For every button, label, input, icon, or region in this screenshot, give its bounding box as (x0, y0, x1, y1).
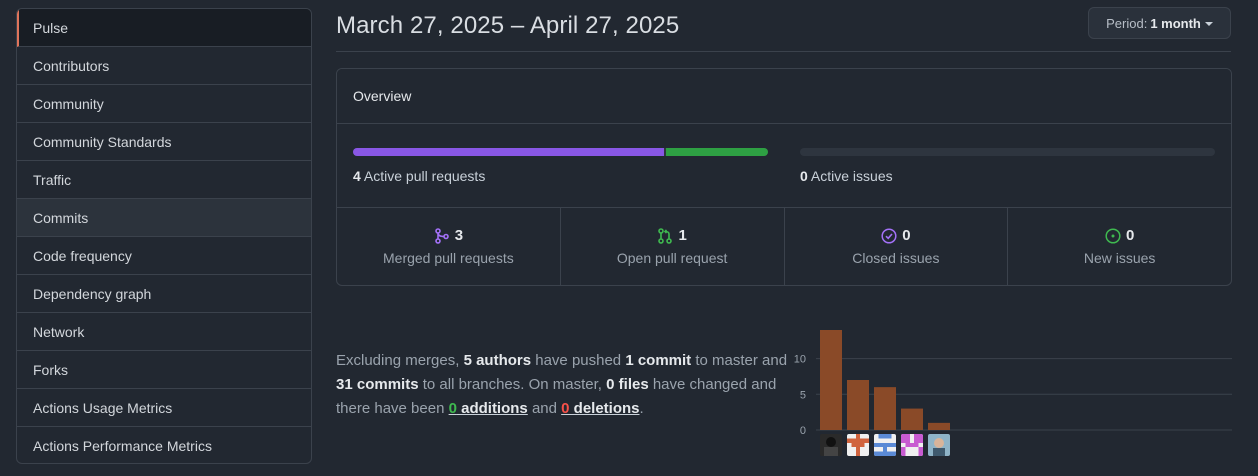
period-label: Period: (1106, 15, 1148, 31)
sidebar-item-code-frequency[interactable]: Code frequency (17, 237, 311, 275)
sidebar-item-actions-usage-metrics[interactable]: Actions Usage Metrics (17, 389, 311, 427)
all-commits-count: 31 commits (336, 376, 419, 393)
open-pr-count: 1 (678, 227, 687, 244)
additions-link[interactable]: 0 additions (449, 400, 528, 417)
merged-count: 3 (454, 227, 464, 244)
overview-stats: 3 Merged pull requests 1 Open pull reque… (337, 208, 1231, 285)
new-issues-label: New issues (1083, 250, 1156, 266)
closed-issues-count: 0 (902, 227, 911, 244)
author-avatar-4[interactable] (901, 434, 923, 456)
sidebar-item-community-standards[interactable]: Community Standards (17, 123, 311, 161)
merged-label: Merged pull requests (383, 250, 514, 266)
files-changed-count: 0 files (606, 376, 649, 393)
pull-requests-progress-bar[interactable] (353, 148, 768, 156)
summary-text: to master and (691, 352, 788, 369)
additions-word: additions (456, 400, 528, 417)
new-issues-count: 0 (1125, 227, 1135, 244)
deletions-word: deletions (569, 400, 640, 417)
merged-segment (353, 148, 665, 156)
author-avatar-5[interactable] (928, 434, 950, 456)
additions-count: 0 (448, 400, 457, 417)
issue-opened-icon (1105, 227, 1121, 244)
deletions-link[interactable]: 0 deletions (561, 400, 639, 417)
overview-panel: Overview 4 Active pull requests 0 Active… (336, 68, 1232, 286)
active-prs-count: 4 (353, 168, 361, 184)
summary-text: have pushed (531, 352, 626, 369)
open-segment (666, 148, 768, 156)
deletions-count: 0 (561, 400, 570, 417)
sidebar-item-pulse[interactable]: Pulse (17, 9, 311, 47)
y-tick-label: 10 (794, 354, 806, 366)
sidebar-item-contributors[interactable]: Contributors (17, 47, 311, 85)
authors-count: 5 authors (463, 352, 532, 369)
commit-bar-5[interactable] (928, 422, 950, 430)
active-issues-link[interactable]: 0 Active issues (800, 168, 893, 184)
caret-down-icon (1204, 22, 1213, 26)
closed-issues-stat[interactable]: 0 Closed issues (785, 208, 1009, 285)
y-tick-label: 5 (800, 389, 806, 401)
sidebar-item-traffic[interactable]: Traffic (17, 161, 311, 199)
issue-closed-icon (881, 227, 897, 244)
active-issues-label: Active issues (810, 168, 893, 184)
commit-bar-4[interactable] (901, 408, 923, 430)
sidebar-item-network[interactable]: Network (17, 313, 311, 351)
commit-summary: Excluding merges, 5 authors have pushed … (336, 349, 796, 421)
open-pull-request-stat[interactable]: 1 Open pull request (561, 208, 785, 285)
summary-text: to all branches. On master, (418, 376, 607, 393)
insights-sidebar: Pulse Contributors Community Community S… (16, 8, 312, 464)
author-avatar-1[interactable] (820, 434, 842, 456)
merge-icon (434, 227, 449, 244)
summary-text: . (639, 400, 644, 417)
author-avatar-2[interactable] (847, 434, 869, 456)
active-prs-label: Active pull requests (363, 168, 486, 184)
commit-bar-2[interactable] (847, 380, 869, 430)
author-avatar-3[interactable] (874, 434, 896, 456)
active-issues-count: 0 (800, 168, 808, 184)
sidebar-item-commits[interactable]: Commits (17, 199, 311, 237)
new-issues-stat[interactable]: 0 New issues (1008, 208, 1231, 285)
closed-issues-label: Closed issues (852, 250, 940, 266)
y-tick-label: 0 (800, 425, 806, 437)
master-commit-count: 1 commit (625, 352, 692, 369)
commits-by-author-chart: 0 5 10 (786, 320, 1232, 460)
commit-bar-3[interactable] (874, 387, 896, 430)
commit-bar-1[interactable] (820, 330, 842, 430)
open-pr-label: Open pull request (616, 250, 728, 266)
sidebar-item-dependency-graph[interactable]: Dependency graph (17, 275, 311, 313)
period-dropdown-button[interactable]: Period: 1 month (1088, 7, 1231, 39)
pull-request-icon (658, 227, 673, 244)
sidebar-item-actions-performance-metrics[interactable]: Actions Performance Metrics (17, 427, 311, 463)
merged-pull-requests-stat[interactable]: 3 Merged pull requests (337, 208, 561, 285)
issues-progress-bar[interactable] (800, 148, 1215, 156)
overview-title: Overview (337, 69, 1231, 124)
sidebar-item-community[interactable]: Community (17, 85, 311, 123)
header-divider (336, 51, 1231, 52)
summary-text: and (527, 400, 562, 417)
active-pull-requests-link[interactable]: 4 Active pull requests (353, 168, 485, 184)
overview-bars: 4 Active pull requests 0 Active issues (337, 124, 1231, 208)
page-title: March 27, 2025 – April 27, 2025 (336, 12, 680, 39)
summary-text: Excluding merges, (336, 352, 464, 369)
period-value: 1 month (1150, 15, 1201, 31)
sidebar-item-forks[interactable]: Forks (17, 351, 311, 389)
